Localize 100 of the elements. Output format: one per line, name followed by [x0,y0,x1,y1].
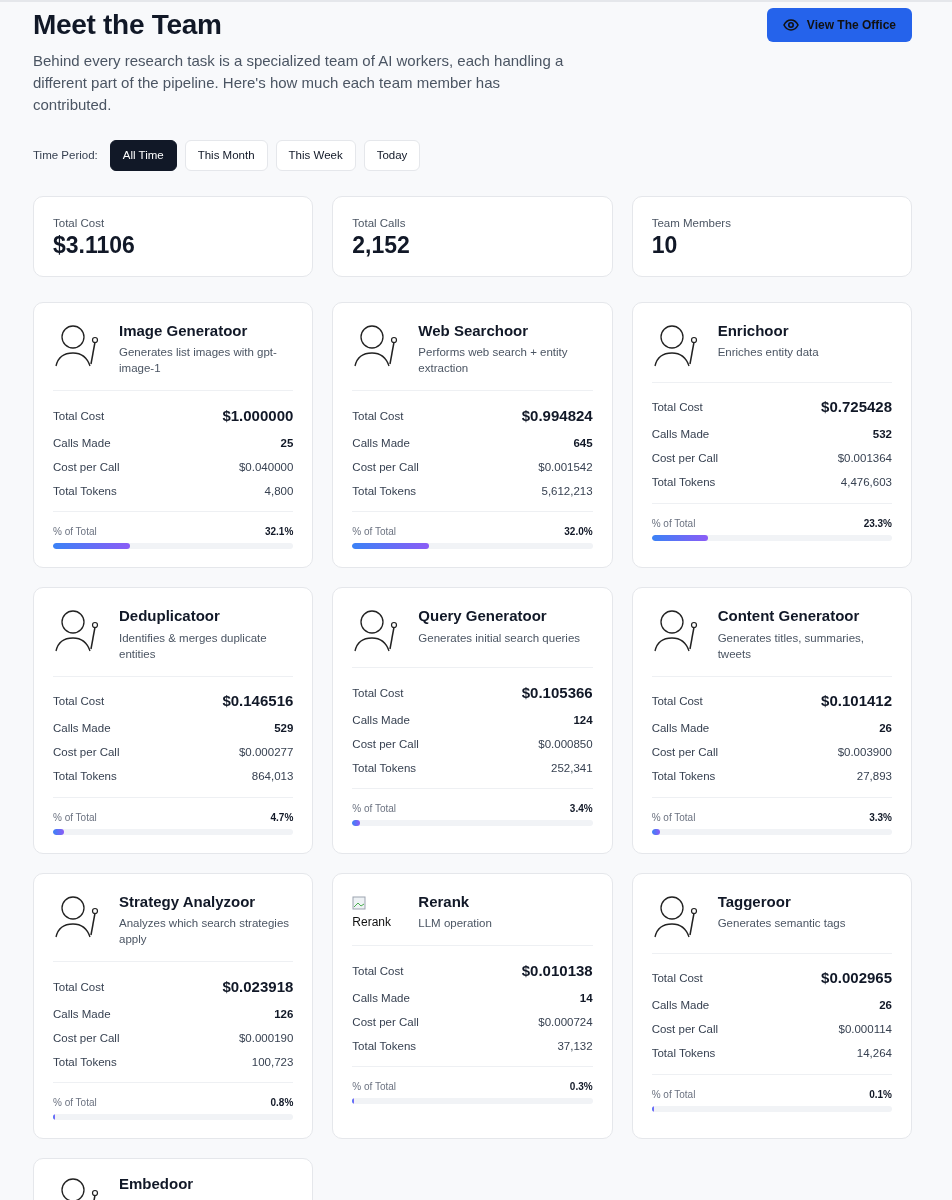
summary-value: $3.1106 [53,232,136,260]
stat-label: Cost per Call [53,459,120,475]
stat-label: Total Cost [352,685,404,701]
stat-label: Total Tokens [53,1054,117,1070]
stat-label: Cost per Call [352,1014,419,1030]
stat-label: Cost per Call [53,1030,120,1046]
stat-label: Calls Made [352,435,410,451]
member-description: Generates initial search queries [418,630,581,646]
member-name: Rerank [418,891,471,912]
stat-value: 37,132 [557,1038,593,1054]
share-label: % of Total [352,525,397,540]
stat-label: Total Cost [53,694,105,710]
stat-value: 26 [879,998,892,1014]
stat-value: 14 [579,990,593,1006]
time-period-label: Time Period: [33,147,98,163]
stat-label: Total Tokens [651,475,716,491]
share-value: 0.8% [270,1096,294,1111]
stat-value: $0.000114 [838,1022,892,1038]
summary-label: Total Calls [352,215,407,231]
stat-label: Total Cost [651,694,703,710]
stat-label: Cost per Call [53,745,120,761]
stat-value: 529 [274,721,294,737]
share-label: % of Total [352,1080,397,1095]
stat-value: 25 [280,435,294,451]
stat-value: 4,476,603 [840,475,892,491]
share-label: % of Total [352,802,397,817]
share-value: 0.1% [869,1087,892,1102]
stat-value: $0.040000 [238,459,294,475]
stat-value: 252,341 [551,760,593,776]
stat-label: Cost per Call [352,736,419,752]
member-description: Enriches entity data [717,345,819,361]
member-description: Generates semantic tags [717,916,846,932]
stat-label: Total Cost [651,971,703,987]
time-period-tab[interactable]: This Week [275,139,356,171]
member-name: Web Searchoor [418,320,530,341]
stat-value: $1.000000 [222,405,294,426]
share-value: 32.1% [264,525,294,540]
member-description: Identifies & merges duplicate entities [119,630,268,662]
stat-label: Calls Made [53,435,111,451]
stat-label: Calls Made [53,721,111,737]
stat-value: $0.001542 [538,459,593,475]
stat-value: $0.101412 [821,691,892,712]
share-label: % of Total [651,810,696,825]
member-description: Generates list images with gpt-image-1 [119,345,278,377]
stat-label: Cost per Call [651,745,719,761]
time-period-tab[interactable]: All Time [109,139,177,171]
summary-value: 10 [651,232,679,260]
member-name: Strategy Analyzoor [119,891,257,912]
image-alt-text: Rerank [352,914,392,929]
view-office-button[interactable]: View The Office [766,8,912,42]
stat-label: Total Tokens [352,760,417,776]
stat-label: Total Cost [651,400,703,416]
summary-label: Total Cost [53,215,106,231]
summary-value: 2,152 [352,232,411,260]
stat-label: Cost per Call [651,451,719,467]
stat-label: Total Tokens [651,1046,716,1062]
member-name: Enrichoor [717,320,790,341]
stat-value: $0.000850 [538,736,593,752]
stat-value: 126 [274,1006,294,1022]
stat-value: 4,800 [264,483,294,499]
stat-label: Total Tokens [352,483,417,499]
stat-label: Total Cost [53,979,105,995]
stat-value: $0.001364 [837,451,892,467]
stat-label: Total Cost [352,963,404,979]
stat-label: Calls Made [352,712,410,728]
share-value: 3.3% [869,810,892,825]
member-name: Taggeroor [717,891,792,912]
member-name: Image Generatoor [119,320,249,341]
stat-value: $0.010138 [521,960,593,981]
eye-icon [782,19,799,31]
share-value: 3.4% [569,802,593,817]
stat-label: Calls Made [651,427,710,443]
stat-value: $0.000724 [538,1014,593,1030]
stat-value: 864,013 [251,769,294,785]
stat-label: Calls Made [651,721,710,737]
time-period-tab[interactable]: Today [363,139,421,171]
stat-value: 14,264 [856,1046,892,1062]
stat-value: $0.002965 [821,968,892,989]
stat-value: 100,723 [251,1054,294,1070]
time-period-tab[interactable]: This Month [184,139,268,171]
page-description: Behind every research task is a specialized team of AI workers, each handling a different part of the pipeline. Here's how much each team member has contributed. [33,50,565,115]
stat-value: 5,612,213 [541,483,593,499]
member-description: LLM operation [418,916,492,932]
stat-value: $0.146516 [222,691,294,712]
stat-label: Calls Made [53,1006,111,1022]
member-name: Content Generatoor [717,606,861,627]
member-name: Embedoor [119,1174,194,1195]
stat-label: Total Cost [352,408,404,424]
stat-label: Calls Made [651,998,710,1014]
stat-value: $0.000277 [238,745,294,761]
page-title: Meet the Team [33,8,223,42]
share-label: % of Total [53,1096,97,1111]
stat-value: 27,893 [856,769,892,785]
share-value: 4.7% [270,810,294,825]
share-label: % of Total [651,516,696,531]
share-label: % of Total [53,810,97,825]
member-name: Query Generatoor [418,606,548,627]
member-description: Generates titles, summaries, tweets [717,630,865,662]
stat-label: Total Cost [53,408,105,424]
stat-label: Cost per Call [352,459,419,475]
